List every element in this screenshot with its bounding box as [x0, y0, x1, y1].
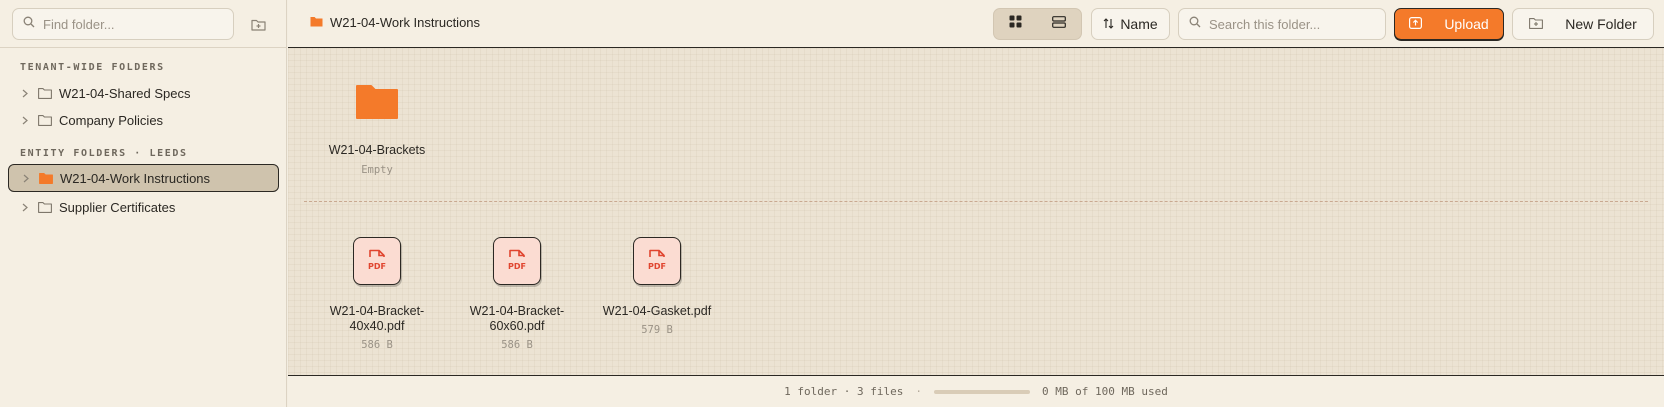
folder-icon [38, 87, 52, 99]
sidebar-item-shared-specs[interactable]: W21-04-Shared Specs [8, 79, 279, 107]
find-folder-input[interactable] [43, 16, 213, 32]
grid-icon [1009, 15, 1022, 33]
item-counts: 1 folder · 3 files [784, 385, 904, 398]
folder-name: W21-04-Brackets [328, 143, 426, 157]
search-icon [23, 15, 35, 33]
sidebar-item-label: Supplier Certificates [59, 199, 176, 215]
sidebar-item-label: W21-04-Work Instructions [60, 170, 211, 186]
sidebar-item-work-instructions[interactable]: W21-04-Work Instructions [8, 164, 279, 192]
find-folder-field[interactable] [12, 8, 234, 40]
chevron-right-icon[interactable] [18, 116, 32, 125]
folder-tile[interactable]: W21-04-Brackets Empty [307, 82, 447, 176]
list-icon [1052, 15, 1067, 33]
folder-icon [38, 114, 52, 126]
folder-search-field[interactable] [1178, 8, 1386, 40]
sidebar-item-supplier-certificates[interactable]: Supplier Certificates [8, 193, 279, 221]
storage-usage-bar [934, 389, 1030, 394]
add-folder-icon [1529, 16, 1544, 32]
file-size: 586 B [361, 339, 393, 351]
file-name: W21-04-Gasket.pdf [602, 304, 712, 318]
chevron-right-icon[interactable] [18, 89, 32, 98]
search-icon [1189, 15, 1201, 33]
pdf-file-icon: PDF [353, 237, 401, 285]
folder-icon [39, 172, 53, 184]
folder-icon [38, 201, 52, 213]
file-size: 579 B [641, 324, 673, 336]
sort-icon [1103, 16, 1114, 32]
sidebar-item-label: W21-04-Shared Specs [59, 85, 191, 101]
sidebar: TENANT-WIDE FOLDERS W21-04-Shared Specs … [0, 0, 287, 407]
upload-label: Upload [1444, 16, 1489, 32]
chevron-right-icon[interactable] [19, 174, 33, 183]
pdf-file-icon: PDF [493, 237, 541, 285]
breadcrumb-current: W21-04-Work Instructions [330, 15, 481, 30]
section-label-entity: ENTITY FOLDERS · LEEDS [20, 148, 188, 159]
chevron-right-icon[interactable] [18, 203, 32, 212]
sidebar-item-label: Company Policies [59, 112, 164, 128]
folder-meta: Empty [361, 164, 393, 176]
sort-label: Name [1120, 16, 1158, 32]
svg-text:PDF: PDF [508, 262, 526, 271]
file-tile[interactable]: PDF W21-04-Bracket- 40x40.pdf 586 B [307, 237, 447, 351]
status-separator: · [915, 385, 922, 398]
file-tile[interactable]: PDF W21-04-Gasket.pdf 579 B [587, 237, 727, 336]
breadcrumb: W21-04-Work Instructions [310, 15, 480, 30]
toolbar: W21-04-Work Instructions Name Upload [288, 0, 1664, 48]
file-grid: W21-04-Brackets Empty PDF W21-04-Bracket… [288, 48, 1664, 375]
file-name: W21-04-Bracket- 60x60.pdf [469, 304, 565, 333]
file-size: 586 B [501, 339, 533, 351]
grid-view-button[interactable] [994, 9, 1038, 39]
sidebar-item-company-policies[interactable]: Company Policies [8, 106, 279, 134]
folder-icon [310, 15, 323, 30]
file-name: W21-04-Bracket- 40x40.pdf [329, 304, 425, 333]
view-mode-toggle [993, 8, 1082, 40]
svg-text:PDF: PDF [648, 262, 666, 271]
pdf-file-icon: PDF [633, 237, 681, 285]
upload-icon [1409, 16, 1423, 32]
folder-icon [353, 82, 401, 122]
sidebar-toolbar [0, 0, 286, 48]
sort-button[interactable]: Name [1091, 8, 1170, 40]
folder-search-input[interactable] [1209, 16, 1369, 32]
new-folder-button[interactable]: New Folder [1512, 8, 1654, 40]
list-view-button[interactable] [1038, 9, 1082, 39]
storage-usage-text: 0 MB of 100 MB used [1042, 385, 1168, 398]
new-folder-label: New Folder [1565, 16, 1637, 32]
section-label-tenant: TENANT-WIDE FOLDERS [20, 62, 165, 73]
svg-text:PDF: PDF [368, 262, 386, 271]
file-tile[interactable]: PDF W21-04-Bracket- 60x60.pdf 586 B [447, 237, 587, 351]
section-divider [304, 201, 1648, 202]
upload-button[interactable]: Upload [1394, 8, 1504, 40]
status-bar: 1 folder · 3 files · 0 MB of 100 MB used [288, 375, 1664, 407]
add-folder-icon[interactable] [248, 14, 268, 34]
